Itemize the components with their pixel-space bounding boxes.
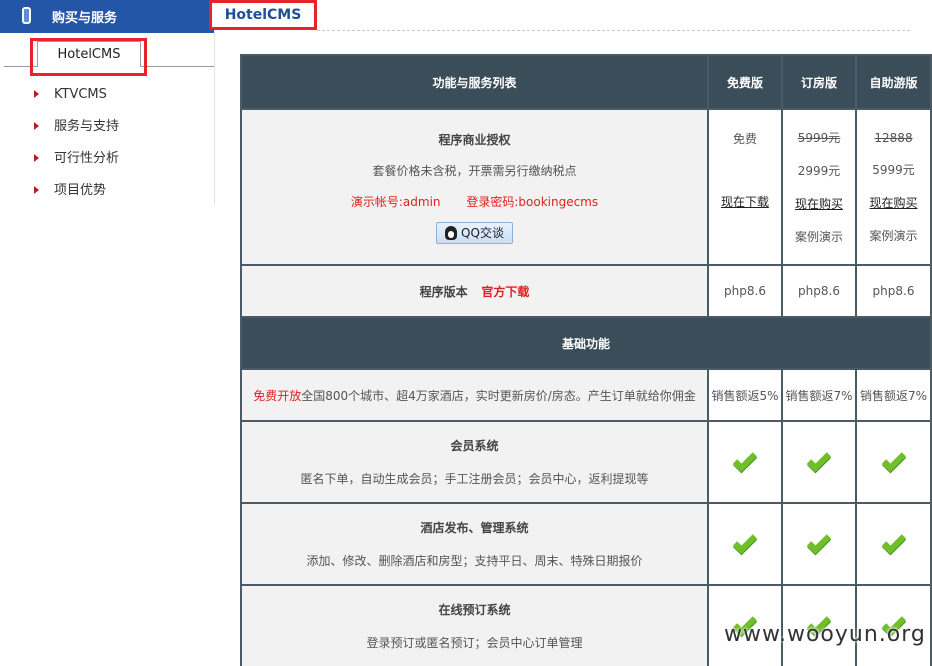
demo-account: 演示帐号:admin [350, 194, 441, 209]
table-row: 程序版本 官方下载 php8.6 php8.6 php8.6 [240, 264, 932, 318]
checkmark-icon [806, 447, 832, 473]
check-cell [781, 502, 857, 586]
table-row: 程序商业授权 套餐价格未含税，开票需另行缴纳税点 演示帐号:admin 登录密码… [240, 108, 932, 266]
feature-title: 会员系统 [450, 439, 499, 453]
tour-buy-link[interactable]: 现在购买 [857, 194, 930, 211]
check-cell [707, 420, 783, 504]
arrow-right-icon [34, 154, 39, 162]
sidebar-item-service[interactable]: 服务与支持 [0, 111, 214, 143]
tour-old-price: 12888 [874, 130, 913, 145]
sidebar-item-label: 项目优势 [54, 183, 107, 198]
version-value: php8.6 [855, 264, 932, 318]
demo-password: 登录密码:bookingecms [466, 194, 599, 209]
check-cell [855, 502, 932, 586]
arrow-right-icon [34, 90, 39, 98]
checkmark-icon [881, 529, 906, 555]
feature-title: 酒店发布、管理系统 [420, 521, 529, 535]
license-cell: 程序商业授权 套餐价格未含税，开票需另行缴纳税点 演示帐号:admin 登录密码… [240, 108, 709, 266]
feature-cell: 酒店发布、管理系统 添加、修改、删除酒店和房型；支持平日、周末、特殊日期报价 [240, 502, 709, 586]
divider [317, 30, 910, 31]
commission-value: 销售额返7% [781, 368, 857, 422]
column-header: 功能与服务列表 [240, 54, 709, 110]
sidebar-list: KTVCMS 服务与支持 可行性分析 项目优势 [0, 79, 214, 207]
sidebar-item-label: 服务与支持 [54, 119, 120, 134]
feature-desc: 登录预订或匿名预订；会员中心订单管理 [366, 636, 583, 650]
download-now-link[interactable]: 现在下载 [709, 193, 781, 210]
feature-cell: 在线预订系统 登录预订或匿名预订；会员中心订单管理 [240, 584, 709, 666]
table-row: 酒店发布、管理系统 添加、修改、删除酒店和房型；支持平日、周末、特殊日期报价 [240, 502, 932, 586]
qq-chat-label: QQ交谈 [461, 226, 504, 240]
booking-demo-link[interactable]: 案例演示 [783, 228, 855, 245]
watermark: www.wooyun.org [724, 622, 926, 647]
feature-desc: 匿名下单，自动生成会员；手工注册会员；会员中心，返利提现等 [300, 472, 649, 486]
checkmark-icon [732, 529, 758, 555]
table-header-row: 功能与服务列表 免费版 订房版 自助游版 [240, 54, 932, 110]
official-download-link[interactable]: 官方下载 [481, 285, 529, 299]
qq-penguin-icon [445, 225, 458, 240]
free-open-text: 全国800个城市、超4万家酒店，实时更新房价/房态。产生订单就给你佣金 [301, 388, 696, 403]
highlight-box [30, 38, 147, 76]
check-cell [707, 502, 783, 586]
arrow-right-icon [34, 122, 39, 130]
page-title: HotelCMS [209, 0, 317, 30]
section-title: 基础功能 [240, 316, 932, 370]
booking-old-price: 5999元 [797, 131, 841, 145]
license-title: 程序商业授权 [438, 132, 511, 147]
feature-title: 在线预订系统 [438, 603, 511, 617]
free-open-highlight: 免费开放 [253, 388, 302, 403]
commission-value: 销售额返7% [855, 368, 932, 422]
phone-icon [22, 7, 31, 24]
version-label: 程序版本 [419, 284, 468, 299]
booking-price: 2999元 [797, 164, 841, 178]
tour-license-cell: 12888 5999元 现在购买 案例演示 [855, 108, 932, 266]
version-cell: 程序版本 官方下载 [240, 264, 709, 318]
sidebar-item-label: KTVCMS [54, 87, 107, 102]
table-row: 会员系统 匿名下单，自动生成会员；手工注册会员；会员中心，返利提现等 [240, 420, 932, 504]
checkmark-icon [806, 529, 832, 555]
booking-buy-link[interactable]: 现在购买 [783, 195, 855, 212]
tour-price: 5999元 [872, 162, 915, 177]
version-value: php8.6 [707, 264, 783, 318]
checkmark-icon [881, 447, 906, 473]
free-price: 免费 [732, 132, 757, 146]
checkmark-icon [732, 447, 758, 473]
free-open-cell: 免费开放全国800个城市、超4万家酒店，实时更新房价/房态。产生订单就给你佣金 [240, 368, 709, 422]
check-cell [855, 420, 932, 504]
free-license-cell: 免费 现在下载 [707, 108, 783, 266]
sidebar-active-tab-area: HotelCMS [0, 33, 214, 76]
feature-cell: 会员系统 匿名下单，自动生成会员；手工注册会员；会员中心，返利提现等 [240, 420, 709, 504]
sidebar-header[interactable]: 购买与服务 [0, 0, 214, 33]
booking-license-cell: 5999元 2999元 现在购买 案例演示 [781, 108, 857, 266]
sidebar-item-advantages[interactable]: 项目优势 [0, 175, 214, 207]
commission-value: 销售额返5% [707, 368, 783, 422]
arrow-right-icon [34, 186, 39, 194]
version-value: php8.6 [781, 264, 857, 318]
sidebar: 购买与服务 HotelCMS KTVCMS 服务与支持 可行性分析 项目优势 [0, 0, 215, 205]
tour-demo-link[interactable]: 案例演示 [857, 227, 930, 244]
sidebar-item-label: 可行性分析 [54, 151, 120, 166]
column-header: 自助游版 [855, 54, 932, 110]
column-header: 免费版 [707, 54, 783, 110]
sidebar-header-label: 购买与服务 [52, 11, 118, 26]
column-header: 订房版 [781, 54, 857, 110]
check-cell [781, 420, 857, 504]
table-row: 免费开放全国800个城市、超4万家酒店，实时更新房价/房态。产生订单就给你佣金 … [240, 368, 932, 422]
pricing-table: 功能与服务列表 免费版 订房版 自助游版 程序商业授权 套餐价格未含税，开票需另… [240, 54, 932, 666]
license-note: 套餐价格未含税，开票需另行缴纳税点 [372, 163, 577, 178]
feature-desc: 添加、修改、删除酒店和房型；支持平日、周末、特殊日期报价 [306, 554, 643, 568]
section-header-row: 基础功能 [240, 316, 932, 370]
qq-chat-button[interactable]: QQ交谈 [436, 221, 513, 244]
sidebar-item-ktvcms[interactable]: KTVCMS [0, 79, 214, 111]
sidebar-item-feasibility[interactable]: 可行性分析 [0, 143, 214, 175]
page: 购买与服务 HotelCMS KTVCMS 服务与支持 可行性分析 项目优势 H… [0, 0, 932, 666]
